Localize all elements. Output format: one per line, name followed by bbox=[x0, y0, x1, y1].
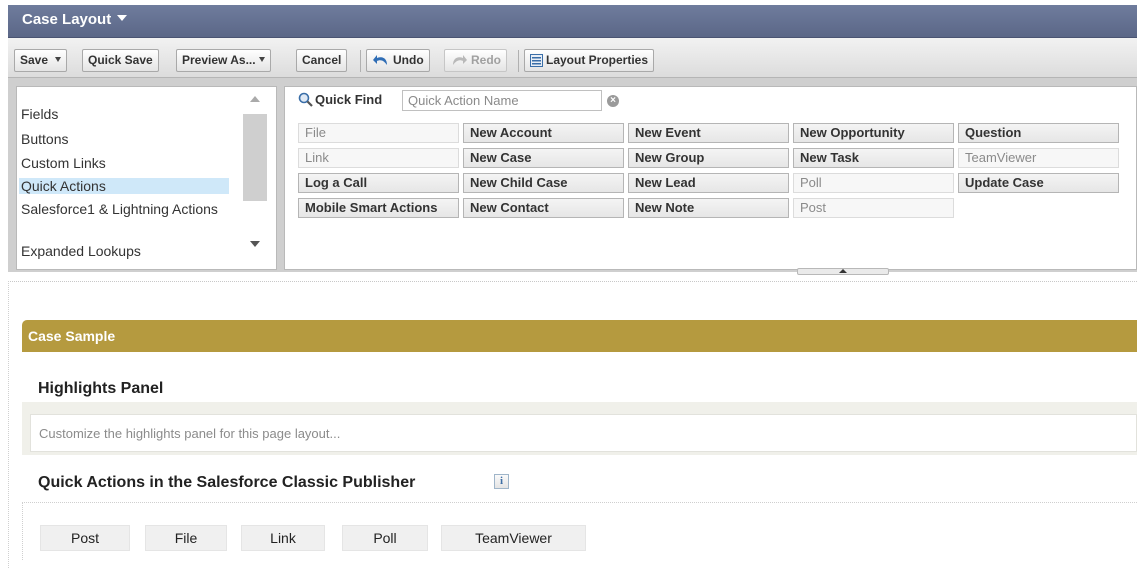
section-header-label: Case Sample bbox=[28, 328, 116, 344]
palette-action-teamviewer[interactable]: TeamViewer bbox=[958, 148, 1119, 168]
layout-title-bar: Case Layout bbox=[8, 5, 1137, 38]
category-scrollbar[interactable] bbox=[236, 88, 276, 269]
toolbar-divider bbox=[360, 50, 361, 72]
save-dropdown-icon[interactable] bbox=[55, 57, 62, 62]
highlights-panel[interactable]: Customize the highlights panel for this … bbox=[22, 402, 1137, 455]
info-icon[interactable]: i bbox=[494, 474, 509, 489]
palette-action-new-lead[interactable]: New Lead bbox=[628, 173, 789, 193]
publisher-action-file[interactable]: File bbox=[145, 525, 227, 551]
category-fields[interactable]: Fields bbox=[19, 106, 229, 122]
highlights-panel-title: Highlights Panel bbox=[38, 380, 164, 397]
palette-action-new-event[interactable]: New Event bbox=[628, 123, 789, 143]
palette-action-new-task[interactable]: New Task bbox=[793, 148, 954, 168]
undo-button[interactable]: Undo bbox=[366, 49, 430, 72]
redo-button[interactable]: Redo bbox=[444, 49, 507, 72]
scroll-up-icon[interactable] bbox=[250, 96, 260, 102]
palette-action-new-child-case[interactable]: New Child Case bbox=[463, 173, 624, 193]
toolbar-divider bbox=[518, 50, 519, 72]
palette-action-link[interactable]: Link bbox=[298, 148, 459, 168]
quick-save-button[interactable]: Quick Save bbox=[82, 49, 159, 72]
properties-icon bbox=[530, 54, 543, 67]
cancel-button[interactable]: Cancel bbox=[296, 49, 348, 72]
layout-title: Case Layout bbox=[22, 11, 112, 28]
clear-search-icon[interactable]: × bbox=[607, 95, 619, 107]
publisher-action-teamviewer[interactable]: TeamViewer bbox=[441, 525, 586, 551]
quick-find-input[interactable] bbox=[402, 90, 602, 111]
save-button[interactable]: Save bbox=[14, 49, 68, 72]
palette-action-new-note[interactable]: New Note bbox=[628, 198, 789, 218]
palette-resize-handle[interactable] bbox=[797, 268, 889, 275]
scroll-down-icon[interactable] bbox=[250, 241, 260, 247]
layout-title-dropdown[interactable]: Case Layout bbox=[22, 11, 128, 28]
divider bbox=[8, 281, 1137, 282]
publisher-action-link[interactable]: Link bbox=[241, 525, 325, 551]
section-header-case-sample: Case Sample bbox=[22, 320, 1137, 352]
category-custom-links[interactable]: Custom Links bbox=[19, 155, 229, 171]
redo-icon bbox=[453, 55, 467, 65]
palette-action-poll[interactable]: Poll bbox=[793, 173, 954, 193]
palette-action-mobile-smart-actions[interactable]: Mobile Smart Actions bbox=[298, 198, 459, 218]
publisher-section-title: Quick Actions in the Salesforce Classic … bbox=[38, 474, 416, 491]
quick-actions-palette: Quick Find × File New Account New Event … bbox=[284, 86, 1137, 270]
toolbar: Save Quick Save Preview As... Cancel Und… bbox=[8, 38, 1137, 78]
highlights-panel-hint[interactable]: Customize the highlights panel for this … bbox=[39, 426, 340, 441]
category-salesforce1-actions[interactable]: Salesforce1 & Lightning Actions bbox=[19, 201, 229, 218]
category-expanded-lookups[interactable]: Expanded Lookups bbox=[19, 243, 229, 259]
palette-action-new-opportunity[interactable]: New Opportunity bbox=[793, 123, 954, 143]
category-buttons[interactable]: Buttons bbox=[19, 131, 229, 147]
caret-down-icon bbox=[117, 15, 128, 21]
quick-find-label: Quick Find bbox=[315, 92, 383, 107]
category-list: Fields Buttons Custom Links Quick Action… bbox=[16, 86, 277, 270]
palette-action-update-case[interactable]: Update Case bbox=[958, 173, 1119, 193]
publisher-action-poll[interactable]: Poll bbox=[342, 525, 428, 551]
palette-panel: Fields Buttons Custom Links Quick Action… bbox=[8, 78, 1137, 272]
search-icon bbox=[298, 92, 313, 107]
publisher-actions-zone[interactable]: Post File Link Poll TeamViewer bbox=[22, 502, 1137, 560]
category-quick-actions[interactable]: Quick Actions bbox=[19, 178, 229, 194]
palette-action-file[interactable]: File bbox=[298, 123, 459, 143]
undo-icon bbox=[373, 55, 387, 65]
highlights-panel-dropzone[interactable]: Customize the highlights panel for this … bbox=[30, 414, 1137, 452]
divider bbox=[8, 281, 9, 568]
palette-action-new-case[interactable]: New Case bbox=[463, 148, 624, 168]
palette-action-question[interactable]: Question bbox=[958, 123, 1119, 143]
preview-as-button[interactable]: Preview As... bbox=[176, 49, 271, 72]
scroll-thumb[interactable] bbox=[243, 114, 267, 201]
palette-action-new-contact[interactable]: New Contact bbox=[463, 198, 624, 218]
palette-action-new-group[interactable]: New Group bbox=[628, 148, 789, 168]
publisher-action-post[interactable]: Post bbox=[40, 525, 130, 551]
palette-action-post[interactable]: Post bbox=[793, 198, 954, 218]
palette-action-new-account[interactable]: New Account bbox=[463, 123, 624, 143]
palette-action-log-a-call[interactable]: Log a Call bbox=[298, 173, 459, 193]
layout-properties-button[interactable]: Layout Properties bbox=[524, 49, 655, 72]
chevron-down-icon bbox=[258, 57, 265, 62]
